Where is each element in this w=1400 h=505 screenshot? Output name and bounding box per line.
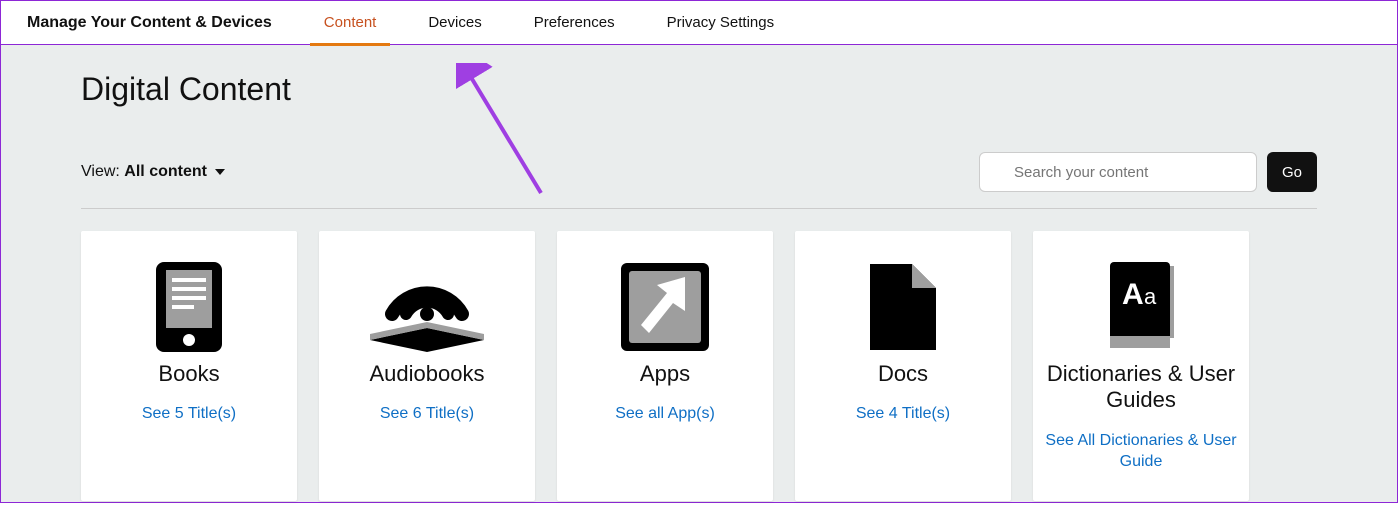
- divider: [81, 208, 1317, 209]
- card-audiobooks[interactable]: Audiobooks See 6 Title(s): [319, 231, 535, 501]
- tab-label: Content: [324, 14, 377, 31]
- card-link[interactable]: See 4 Title(s): [856, 403, 950, 425]
- content-cards: Books See 5 Title(s) Audiobooks See 6 Ti…: [81, 231, 1317, 501]
- tab-privacy-settings[interactable]: Privacy Settings: [641, 1, 801, 45]
- card-title: Audiobooks: [370, 361, 485, 387]
- tab-devices[interactable]: Devices: [402, 1, 507, 45]
- card-apps[interactable]: Apps See all App(s): [557, 231, 773, 501]
- tab-content[interactable]: Content: [298, 1, 403, 45]
- card-title: Dictionaries & User Guides: [1043, 361, 1239, 414]
- card-title: Books: [158, 361, 219, 387]
- dictionaries-icon: A a: [1104, 259, 1178, 355]
- view-dropdown[interactable]: View: All content: [81, 163, 225, 181]
- card-link[interactable]: See all App(s): [615, 403, 715, 425]
- tab-label: Privacy Settings: [667, 14, 775, 31]
- chevron-down-icon: [215, 163, 225, 181]
- svg-text:a: a: [1144, 284, 1157, 309]
- card-books[interactable]: Books See 5 Title(s): [81, 231, 297, 501]
- apps-icon: [619, 259, 711, 355]
- docs-icon: [868, 259, 938, 355]
- search-input[interactable]: [979, 152, 1257, 192]
- card-dictionaries[interactable]: A a Dictionaries & User Guides See All D…: [1033, 231, 1249, 501]
- tab-label: Preferences: [534, 14, 615, 31]
- page-title: Digital Content: [81, 45, 1317, 108]
- svg-text:A: A: [1122, 278, 1144, 311]
- nav-title: Manage Your Content & Devices: [1, 14, 298, 32]
- audiobooks-icon: [362, 259, 492, 355]
- go-button[interactable]: Go: [1267, 152, 1317, 192]
- top-nav: Manage Your Content & Devices Content De…: [1, 1, 1397, 45]
- card-title: Docs: [878, 361, 928, 387]
- tab-label: Devices: [428, 14, 481, 31]
- card-link[interactable]: See All Dictionaries & User Guide: [1043, 430, 1239, 473]
- books-icon: [154, 259, 224, 355]
- page-body: Digital Content View: All content Go: [1, 45, 1397, 502]
- card-link[interactable]: See 5 Title(s): [142, 403, 236, 425]
- card-docs[interactable]: Docs See 4 Title(s): [795, 231, 1011, 501]
- card-title: Apps: [640, 361, 690, 387]
- card-link[interactable]: See 6 Title(s): [380, 403, 474, 425]
- view-label: View:: [81, 163, 120, 180]
- view-value: All content: [124, 163, 207, 180]
- tab-preferences[interactable]: Preferences: [508, 1, 641, 45]
